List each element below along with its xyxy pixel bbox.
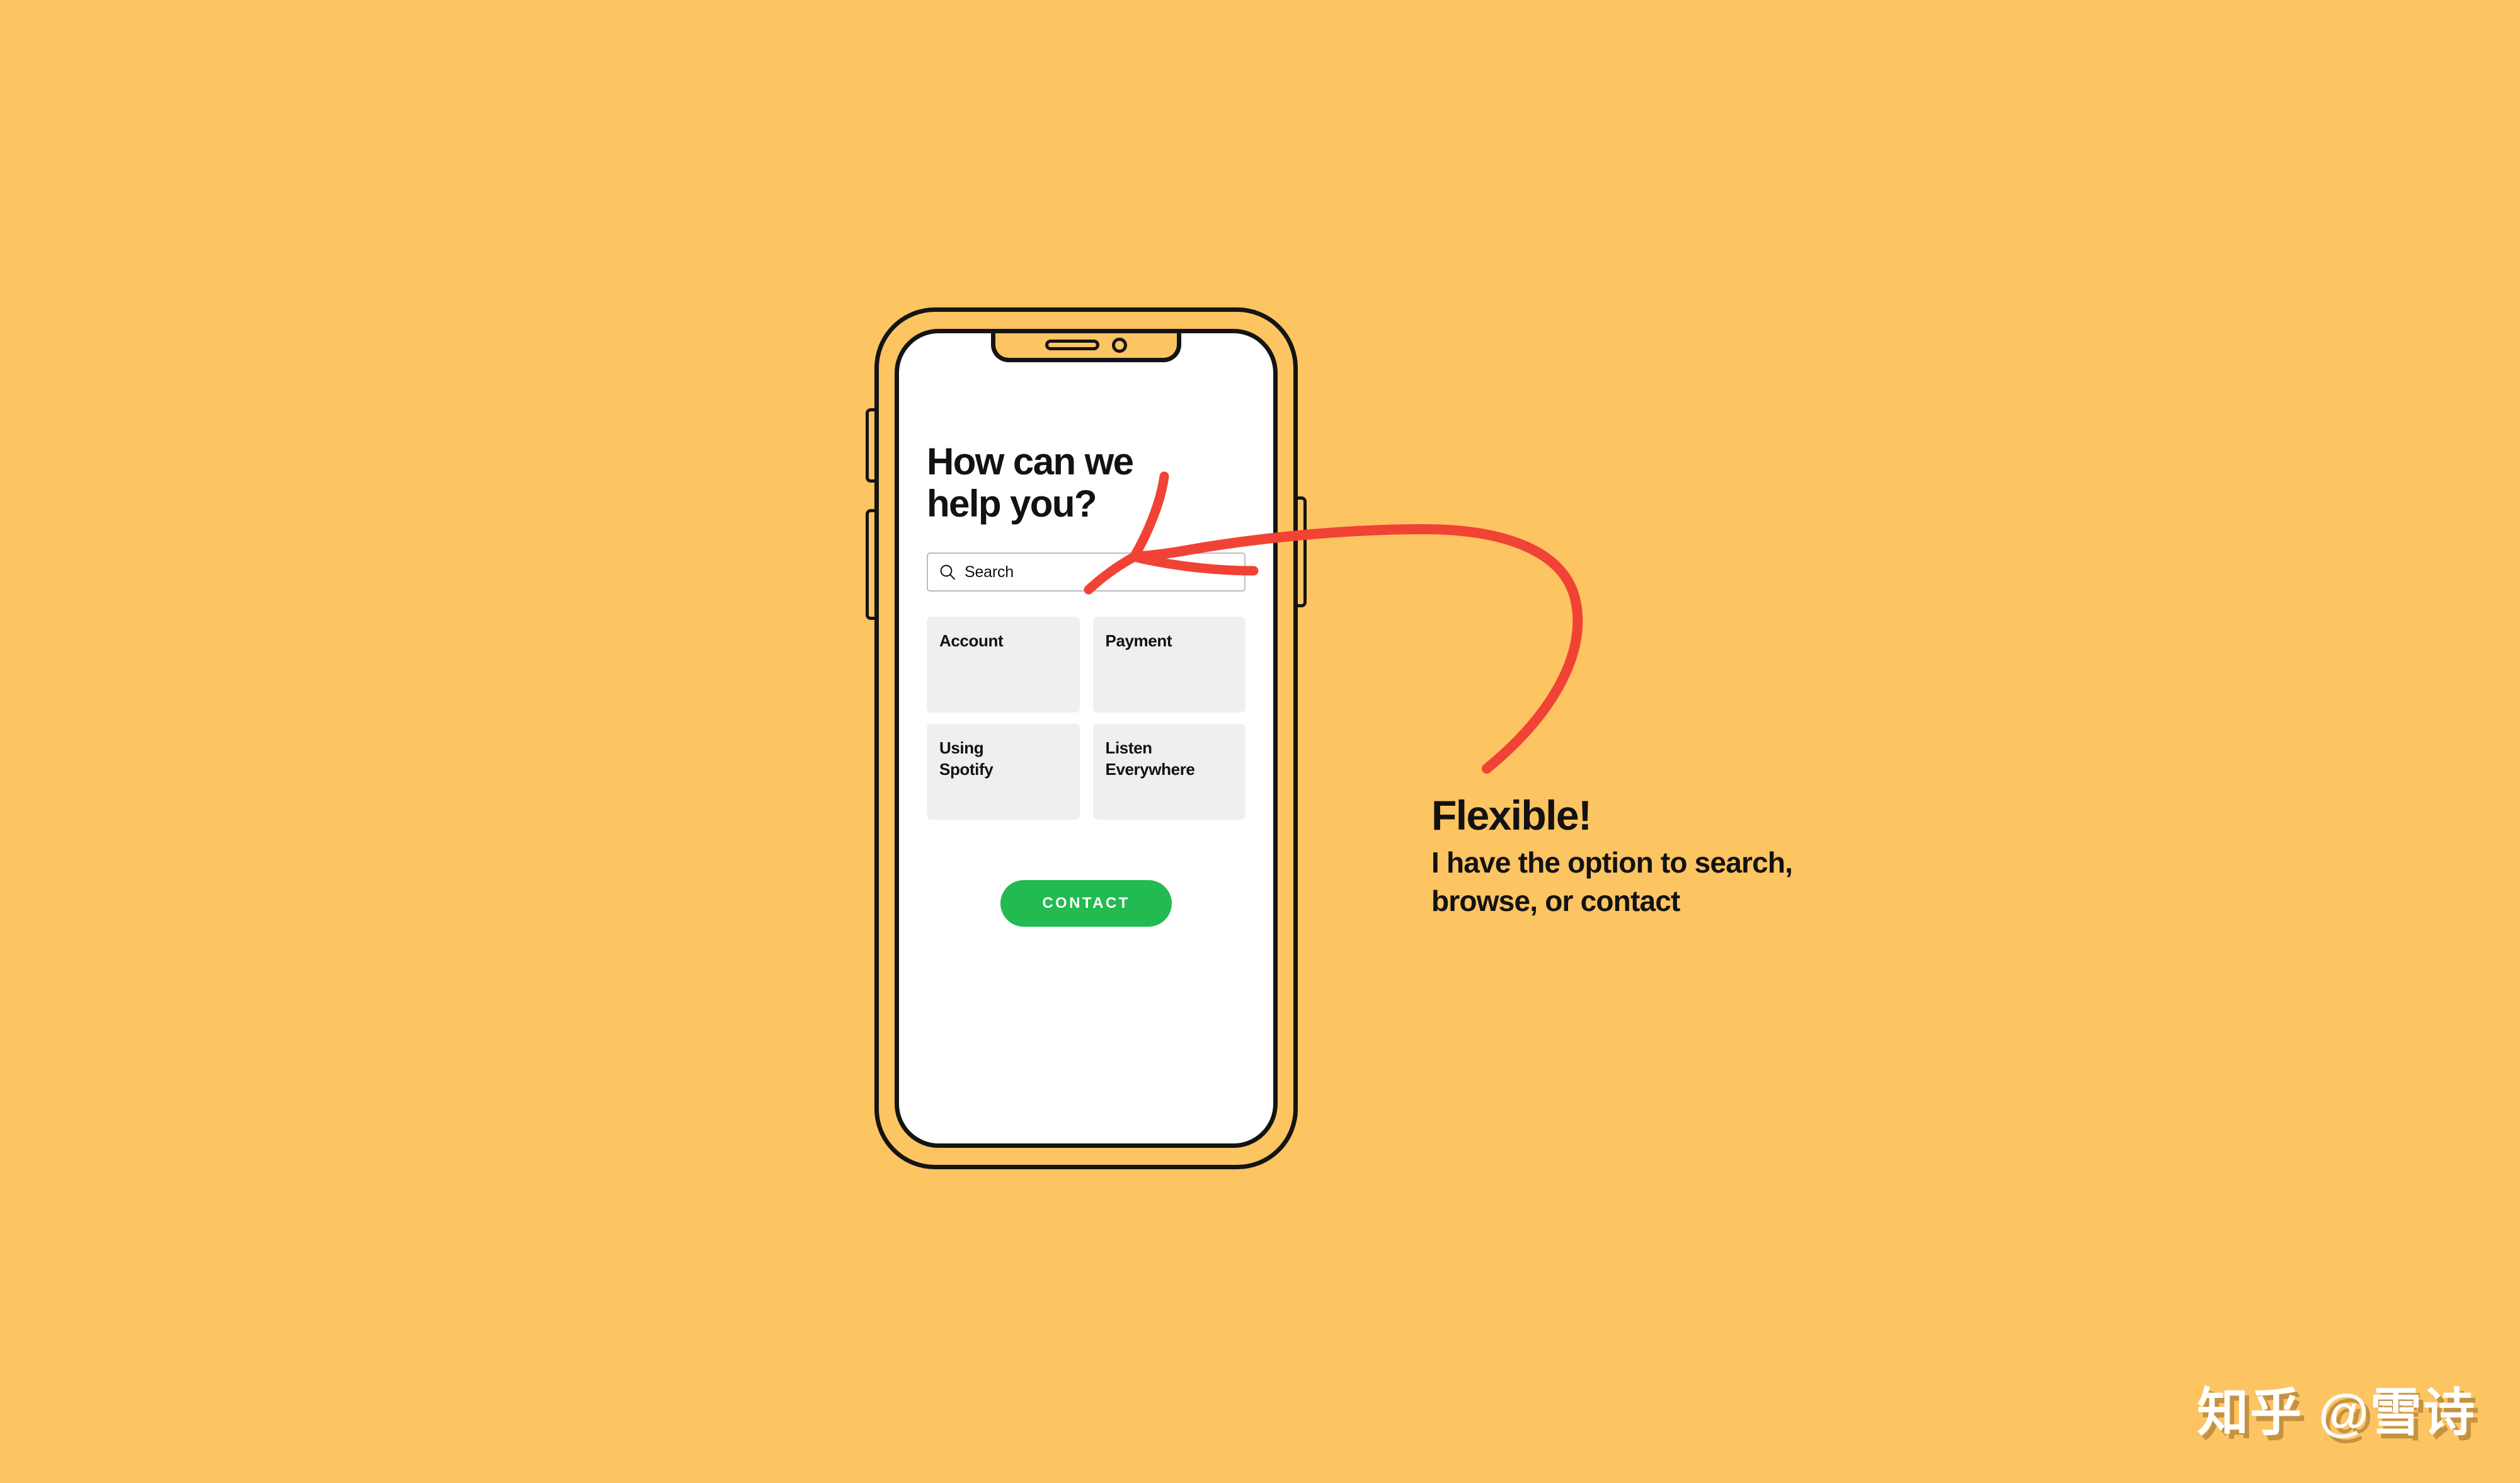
contact-button[interactable]: CONTACT: [1000, 880, 1172, 927]
help-center-screen: How can we help you? Search Account Paym…: [899, 333, 1273, 1143]
watermark: 知乎 @雪诗: [2197, 1384, 2476, 1441]
phone-mockup: How can we help you? Search Account Paym…: [866, 307, 1307, 1169]
category-card-label: Payment: [1105, 631, 1172, 651]
volume-up-button[interactable]: [866, 408, 874, 483]
annotation-body: I have the option to search, browse, or …: [1431, 845, 1793, 917]
category-card-label: Listen Everywhere: [1105, 738, 1195, 779]
category-card-using-spotify[interactable]: Using Spotify: [927, 724, 1080, 820]
canvas: How can we help you? Search Account Paym…: [0, 0, 2520, 1483]
contact-button-row: CONTACT: [927, 880, 1246, 927]
power-button[interactable]: [1298, 496, 1307, 607]
category-card-label: Account: [939, 631, 1004, 651]
category-card-listen-everywhere[interactable]: Listen Everywhere: [1092, 724, 1246, 820]
annotation-callout: Flexible! I have the option to search, b…: [1431, 793, 2061, 920]
search-placeholder-text: Search: [965, 563, 1014, 581]
search-input[interactable]: Search: [927, 553, 1246, 592]
phone-screen: How can we help you? Search Account Paym…: [895, 329, 1278, 1148]
category-grid: Account Payment Using Spotify Listen Eve…: [927, 617, 1246, 820]
annotation-title: Flexible!: [1431, 792, 1592, 839]
category-card-label: Using Spotify: [939, 738, 994, 779]
search-icon: [939, 564, 956, 580]
category-card-payment[interactable]: Payment: [1092, 617, 1246, 713]
page-title: How can we help you?: [927, 440, 1134, 525]
volume-down-button[interactable]: [866, 509, 874, 620]
category-card-account[interactable]: Account: [927, 617, 1080, 713]
